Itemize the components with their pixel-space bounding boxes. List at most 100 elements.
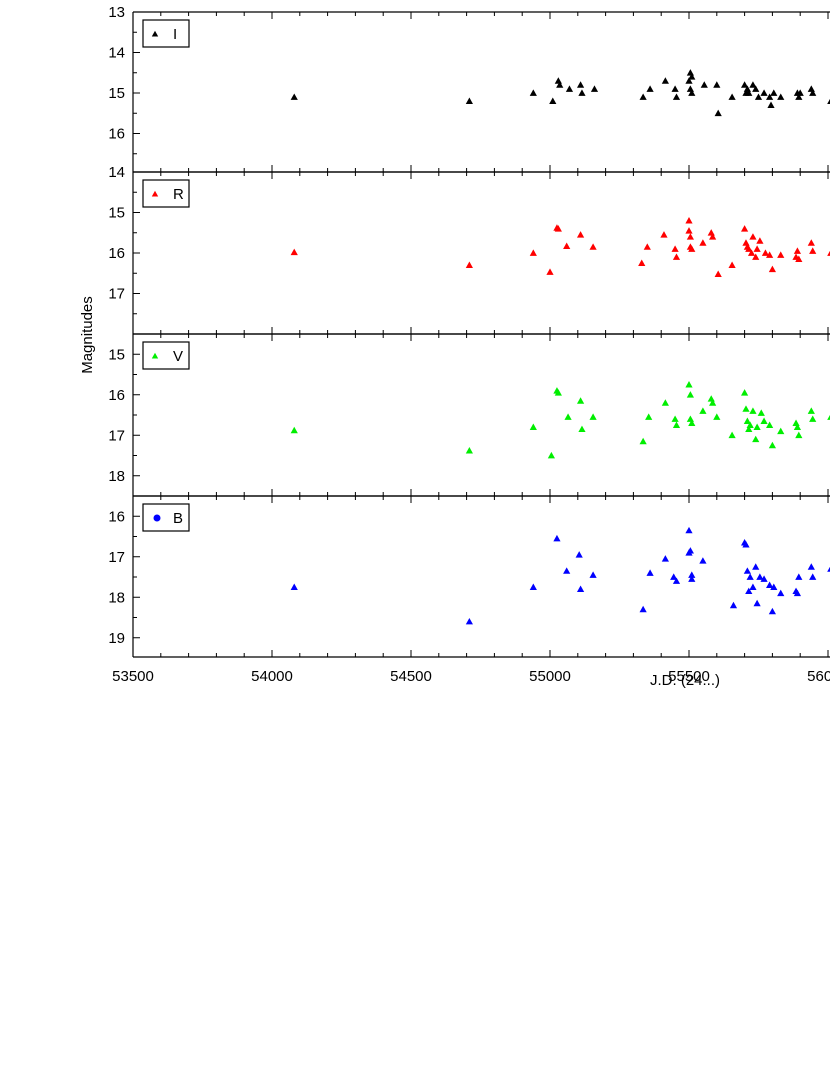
- data-point: [728, 431, 736, 439]
- data-point: [777, 427, 785, 435]
- legend-label: R: [173, 186, 184, 203]
- data-point: [661, 555, 669, 562]
- data-point: [700, 81, 708, 88]
- data-point: [576, 231, 585, 238]
- data-point: [639, 93, 647, 100]
- data-point: [553, 534, 561, 542]
- y-tick-label: 14: [108, 164, 125, 181]
- x-tick-label: 55000: [529, 668, 571, 685]
- data-point: [290, 583, 298, 591]
- data-point: [685, 217, 693, 224]
- data-point: [754, 93, 763, 100]
- data-point: [290, 93, 298, 100]
- data-point: [576, 81, 585, 88]
- data-point: [768, 441, 776, 449]
- data-point: [646, 85, 654, 92]
- data-point: [699, 557, 707, 564]
- data-point: [661, 399, 669, 406]
- panel-i: 13 14 15 16 I: [108, 4, 830, 173]
- data-point: [756, 237, 764, 244]
- data-point: [529, 583, 537, 591]
- data-point: [529, 89, 537, 96]
- data-point: [589, 413, 597, 420]
- data-point: [699, 407, 707, 414]
- y-tick-label: 17: [108, 549, 125, 566]
- data-point: [563, 242, 571, 249]
- data-point: [686, 415, 694, 422]
- light-curve-figure: 13 14 15 16 I 14 15 16 17 R 15 16 17 18 V 16 17 18 19 B 535…: [79, 4, 830, 689]
- data-point: [807, 85, 815, 92]
- data-point: [672, 253, 681, 260]
- data-point: [749, 583, 757, 591]
- y-tick-label: 14: [108, 45, 125, 62]
- data-point: [589, 571, 597, 578]
- data-point: [707, 395, 715, 402]
- data-point: [742, 239, 750, 246]
- data-point: [749, 233, 757, 240]
- legend-label: V: [173, 348, 183, 365]
- data-point: [741, 389, 749, 396]
- data-point: [564, 413, 572, 420]
- data-point: [757, 409, 765, 416]
- data-point: [465, 617, 473, 625]
- data-point: [547, 451, 555, 459]
- data-point: [565, 85, 574, 92]
- data-point: [575, 551, 583, 558]
- data-point: [590, 85, 599, 92]
- data-point: [685, 526, 693, 534]
- data-point: [589, 243, 597, 250]
- panels: 13 14 15 16 I 14 15 16 17 R 15 16 17 18 V 16 17 18 19 B: [108, 4, 830, 658]
- data-point: [578, 425, 586, 433]
- data-point: [809, 247, 817, 254]
- y-axis-label: Magnitudes: [79, 296, 96, 374]
- data-point: [578, 89, 586, 96]
- data-point: [729, 601, 738, 609]
- panel-v: 15 16 17 18 V: [108, 333, 830, 497]
- data-point: [672, 93, 681, 100]
- data-point: [576, 397, 585, 404]
- data-point: [766, 421, 774, 429]
- data-point: [639, 605, 647, 613]
- data-point: [549, 97, 557, 104]
- data-point: [728, 261, 736, 269]
- y-tick-label: 17: [108, 286, 125, 303]
- data-point: [638, 259, 646, 267]
- y-tick-label: 15: [108, 85, 125, 102]
- x-tick-label: 54500: [390, 668, 432, 685]
- data-point: [713, 81, 721, 88]
- data-point: [576, 585, 585, 593]
- data-point: [529, 423, 537, 431]
- data-point: [660, 231, 668, 238]
- data-point: [753, 423, 761, 431]
- data-point: [686, 85, 694, 92]
- x-axis: 535005400054500550005550056000: [112, 668, 830, 685]
- data-point: [768, 607, 776, 615]
- data-point: [809, 573, 817, 580]
- data-point: [671, 245, 679, 252]
- data-point: [465, 261, 473, 269]
- data-point: [752, 563, 760, 570]
- data-point: [792, 419, 800, 426]
- y-tick-label: 18: [108, 468, 125, 485]
- data-point: [685, 227, 693, 234]
- data-point: [714, 109, 722, 117]
- data-point: [714, 270, 722, 277]
- data-point: [807, 563, 815, 570]
- legend-marker: [153, 514, 161, 522]
- data-point: [807, 239, 815, 246]
- data-point: [768, 265, 776, 273]
- data-point: [643, 243, 651, 250]
- data-point: [793, 247, 802, 254]
- data-point: [777, 93, 785, 100]
- data-point: [742, 405, 750, 412]
- data-point: [671, 85, 679, 92]
- panel-r: 14 15 16 17 R: [108, 164, 830, 335]
- data-point: [749, 407, 757, 414]
- y-tick-label: 16: [108, 126, 125, 143]
- data-point: [290, 248, 298, 256]
- data-point: [686, 233, 694, 240]
- data-point: [686, 69, 694, 76]
- data-point: [672, 421, 681, 429]
- data-point: [795, 573, 803, 580]
- legend-label: B: [173, 510, 183, 527]
